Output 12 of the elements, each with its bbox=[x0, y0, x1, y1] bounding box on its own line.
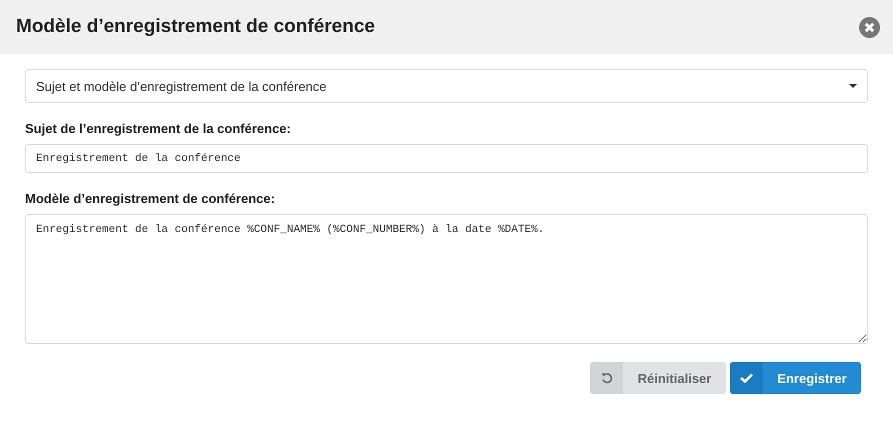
template-select[interactable]: Sujet et modèle d’enregistrement de la conférence bbox=[25, 69, 868, 103]
input-field[interactable]: Enregistrement de la conférence bbox=[25, 144, 868, 173]
reset-button[interactable]: Réinitialiser bbox=[590, 362, 726, 394]
check-icon bbox=[740, 373, 753, 383]
close-icon[interactable] bbox=[859, 16, 880, 38]
field-label: Modèle d’enregistrement de conférence: bbox=[25, 191, 275, 206]
field-label: Sujet de l’enregistrement de la conférence: bbox=[25, 121, 291, 136]
dialog-title: Modèle d’enregistrement de conférence bbox=[16, 16, 375, 38]
undo-icon bbox=[600, 372, 612, 384]
caret-icon bbox=[849, 84, 857, 88]
template-textarea[interactable]: Enregistrement de la conférence %CONF_NAME% (%CONF_NUMBER%) à la date %DATE%. bbox=[25, 214, 868, 344]
save-button[interactable]: Enregistrer bbox=[730, 362, 861, 394]
